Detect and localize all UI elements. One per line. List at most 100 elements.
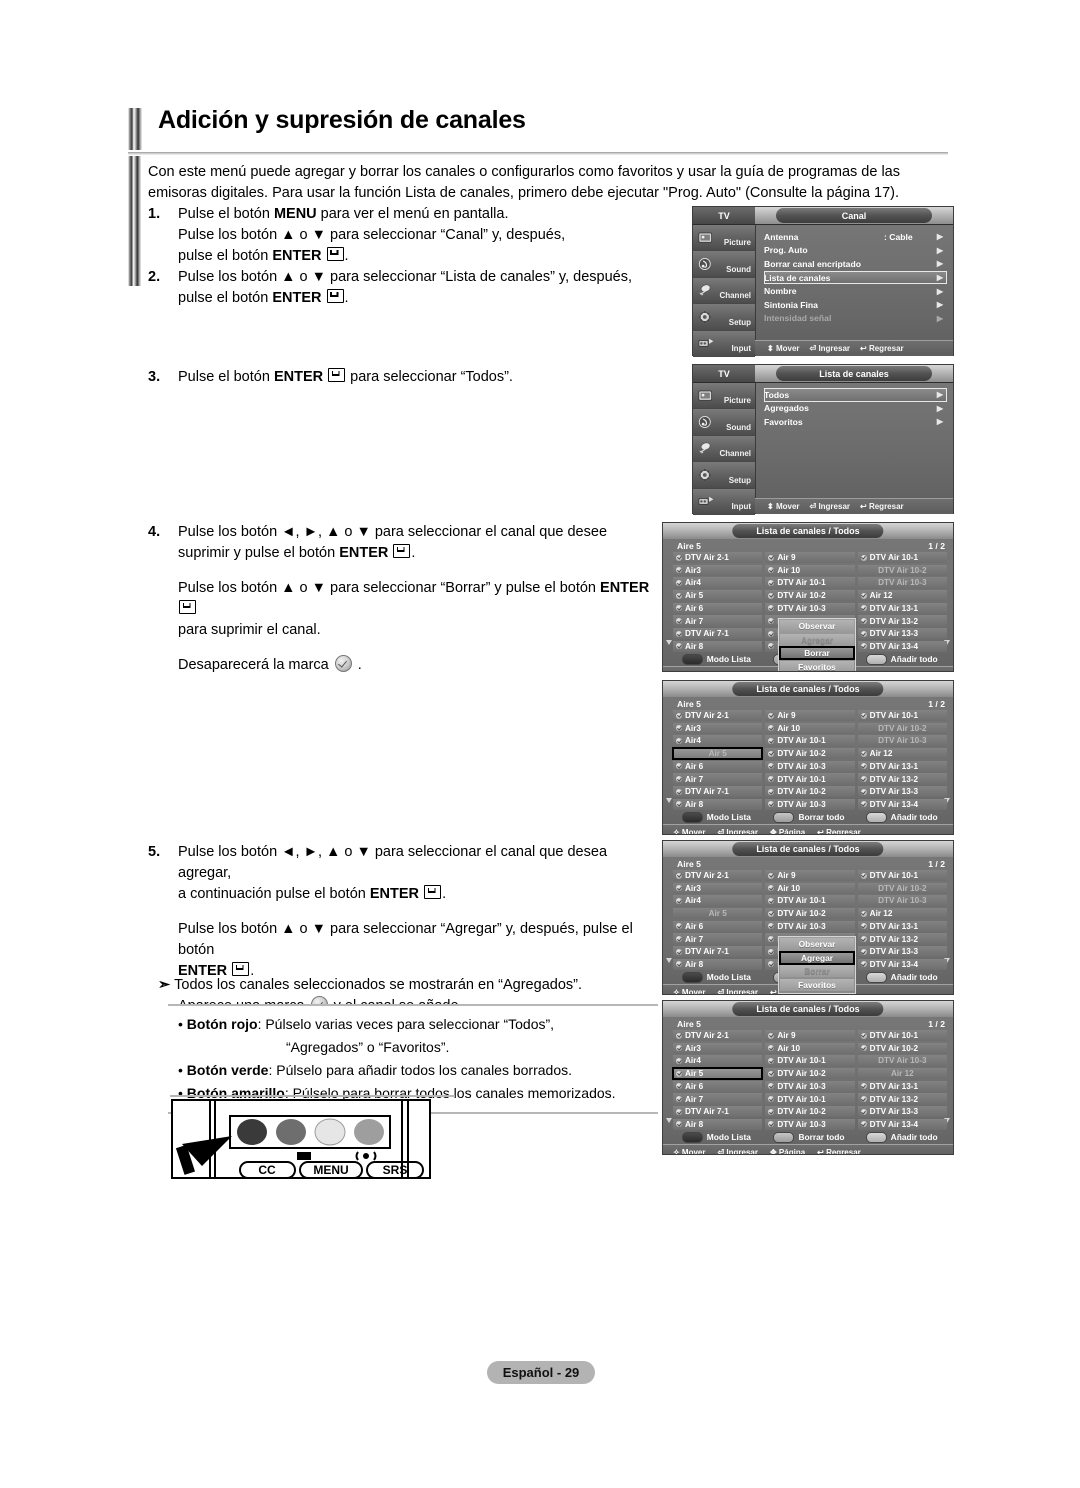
channel-cell[interactable]: Air 6 (673, 1080, 763, 1092)
channel-cell[interactable]: DTV Air 13-3 (857, 946, 947, 958)
btn-anadir-todo[interactable]: Añadir todo (858, 1131, 945, 1143)
channel-cell[interactable]: DTV Air 10-1 (857, 552, 947, 564)
channel-cell[interactable]: Air 12 (857, 590, 947, 602)
channel-cell[interactable]: Air 8 (673, 798, 763, 810)
channel-cell[interactable]: DTV Air 10-2 (857, 1042, 947, 1054)
channel-cell[interactable]: DTV Air 10-2 (765, 786, 855, 798)
channel-cell[interactable]: DTV Air 10-2 (765, 1068, 855, 1080)
channel-cell[interactable]: Air4 (673, 735, 763, 747)
channel-cell[interactable]: Air 12 (857, 748, 947, 760)
channel-cell[interactable]: DTV Air 13-1 (857, 760, 947, 772)
channel-cell[interactable]: DTV Air 10-1 (765, 773, 855, 785)
osd-rail-item-picture[interactable]: Picture (693, 225, 755, 252)
channel-cell[interactable]: DTV Air 13-4 (857, 798, 947, 810)
scroll-down-left-icon[interactable] (666, 1118, 672, 1123)
channel-cell[interactable]: Air 7 (673, 933, 763, 945)
channel-cell[interactable]: DTV Air 10-2 (765, 748, 855, 760)
popup-item-agregar[interactable]: Agregar (780, 633, 854, 646)
channel-cell[interactable]: DTV Air 10-3 (857, 577, 947, 589)
channel-cell[interactable]: Air3 (673, 564, 763, 576)
btn-modo-lista[interactable]: Modo Lista (673, 1131, 760, 1143)
channel-cell[interactable]: DTV Air 10-2 (765, 590, 855, 602)
channel-cell[interactable]: DTV Air 7-1 (673, 628, 763, 640)
osd-rail-item-sound[interactable]: Sound (693, 409, 755, 436)
osd-menu-item-1[interactable]: Prog. Auto ▶ (764, 244, 947, 258)
channel-cell[interactable]: Air4 (673, 1055, 763, 1067)
osd-rail-item-picture[interactable]: Picture (693, 383, 755, 410)
channel-cell[interactable]: DTV Air 10-2 (857, 882, 947, 894)
osd-rail-item-channel[interactable]: Channel (693, 277, 755, 305)
channel-cell[interactable]: Air 10 (765, 1042, 855, 1054)
channel-cell[interactable]: DTV Air 13-3 (857, 786, 947, 798)
channel-cell[interactable]: DTV Air 10-3 (765, 602, 855, 614)
channel-cell[interactable]: DTV Air 10-3 (765, 1118, 855, 1130)
btn-borrar-todo[interactable]: Borrar todo (766, 1131, 853, 1143)
channel-cell[interactable]: Air 10 (765, 722, 855, 734)
channel-cell[interactable]: Air 9 (765, 552, 855, 564)
osd-menu-item-4[interactable]: Nombre ▶ (764, 284, 947, 298)
osd-menu-item-1[interactable]: Agregados ▶ (764, 402, 947, 416)
channel-cell[interactable]: DTV Air 13-1 (857, 1080, 947, 1092)
channel-cell[interactable]: DTV Air 10-3 (857, 895, 947, 907)
osd-rail-item-setup[interactable]: Setup (693, 462, 755, 489)
channel-cell[interactable]: Air 9 (765, 710, 855, 722)
osd-rail-item-channel[interactable]: Channel (693, 435, 755, 463)
channel-cell[interactable]: Air 7 (673, 615, 763, 627)
popup-item-observar[interactable]: Observar (780, 938, 854, 951)
channel-cell[interactable]: DTV Air 10-1 (765, 1093, 855, 1105)
channel-cell[interactable]: Air3 (673, 722, 763, 734)
channel-cell[interactable]: DTV Air 10-2 (765, 1106, 855, 1118)
channel-cell[interactable]: DTV Air 7-1 (673, 946, 763, 958)
btn-modo-lista[interactable]: Modo Lista (673, 653, 760, 665)
channel-cell[interactable]: Air4 (673, 895, 763, 907)
btn-modo-lista[interactable]: Modo Lista (673, 971, 760, 983)
channel-cell[interactable]: Air 5 (673, 590, 763, 602)
channel-cell[interactable]: DTV Air 2-1 (673, 552, 763, 564)
channel-cell[interactable]: Air 7 (673, 773, 763, 785)
channel-cell[interactable]: DTV Air 10-1 (765, 1055, 855, 1067)
channel-cell[interactable]: DTV Air 10-2 (857, 564, 947, 576)
popup-item-agregar[interactable]: Agregar (779, 950, 855, 965)
osd-menu-item-2[interactable]: Borrar canal encriptado ▶ (764, 257, 947, 271)
channel-cell[interactable]: DTV Air 13-1 (857, 920, 947, 932)
channel-cell[interactable]: Air 9 (765, 870, 855, 882)
btn-anadir-todo[interactable]: Añadir todo (858, 811, 945, 823)
osd-menu-item-3[interactable]: Lista de canales ▶ (764, 270, 947, 285)
scroll-down-left-icon[interactable] (666, 798, 672, 803)
popup-item-observar[interactable]: Observar (780, 620, 854, 633)
channel-cell[interactable]: DTV Air 10-1 (765, 577, 855, 589)
osd-menu-item-0[interactable]: Todos ▶ (764, 388, 947, 402)
channel-cell[interactable]: Air 8 (673, 640, 763, 652)
channel-cell[interactable]: DTV Air 10-3 (765, 1080, 855, 1092)
channel-cell[interactable]: DTV Air 10-3 (857, 735, 947, 747)
osd-rail-item-setup[interactable]: Setup (693, 304, 755, 331)
channel-cell[interactable]: Air 10 (765, 564, 855, 576)
scroll-down-left-icon[interactable] (666, 640, 672, 645)
channel-cell[interactable]: Air 6 (673, 760, 763, 772)
channel-cell[interactable]: DTV Air 13-4 (857, 640, 947, 652)
channel-cell[interactable]: Air 12 (857, 908, 947, 920)
channel-cell[interactable]: Air 6 (673, 920, 763, 932)
channel-cell[interactable]: DTV Air 13-2 (857, 615, 947, 627)
channel-cell[interactable]: DTV Air 2-1 (673, 870, 763, 882)
channel-cell[interactable]: DTV Air 2-1 (673, 710, 763, 722)
channel-cell[interactable]: DTV Air 13-2 (857, 773, 947, 785)
channel-cell[interactable]: Air3 (673, 1042, 763, 1054)
channel-cell[interactable]: DTV Air 10-1 (857, 870, 947, 882)
channel-cell[interactable]: DTV Air 10-3 (765, 920, 855, 932)
channel-cell[interactable]: DTV Air 2-1 (673, 1030, 763, 1042)
channel-cell[interactable]: DTV Air 13-1 (857, 602, 947, 614)
channel-cell[interactable]: Air 8 (673, 1118, 763, 1130)
channel-cell[interactable]: DTV Air 13-4 (857, 958, 947, 970)
channel-cell[interactable]: Air3 (673, 882, 763, 894)
channel-cell[interactable]: Air 10 (765, 882, 855, 894)
osd-rail-item-input[interactable]: Input (693, 488, 755, 515)
channel-cell[interactable]: DTV Air 13-3 (857, 628, 947, 640)
popup-item-favoritos[interactable]: Favoritos (780, 660, 854, 671)
channel-cell[interactable]: Air 5 (673, 908, 763, 920)
channel-cell[interactable]: DTV Air 13-2 (857, 1093, 947, 1105)
channel-cell[interactable]: Air 5 (671, 747, 764, 761)
channel-cell[interactable]: DTV Air 10-1 (857, 1030, 947, 1042)
btn-anadir-todo[interactable]: Añadir todo (858, 653, 945, 665)
channel-cell[interactable]: DTV Air 10-1 (765, 895, 855, 907)
